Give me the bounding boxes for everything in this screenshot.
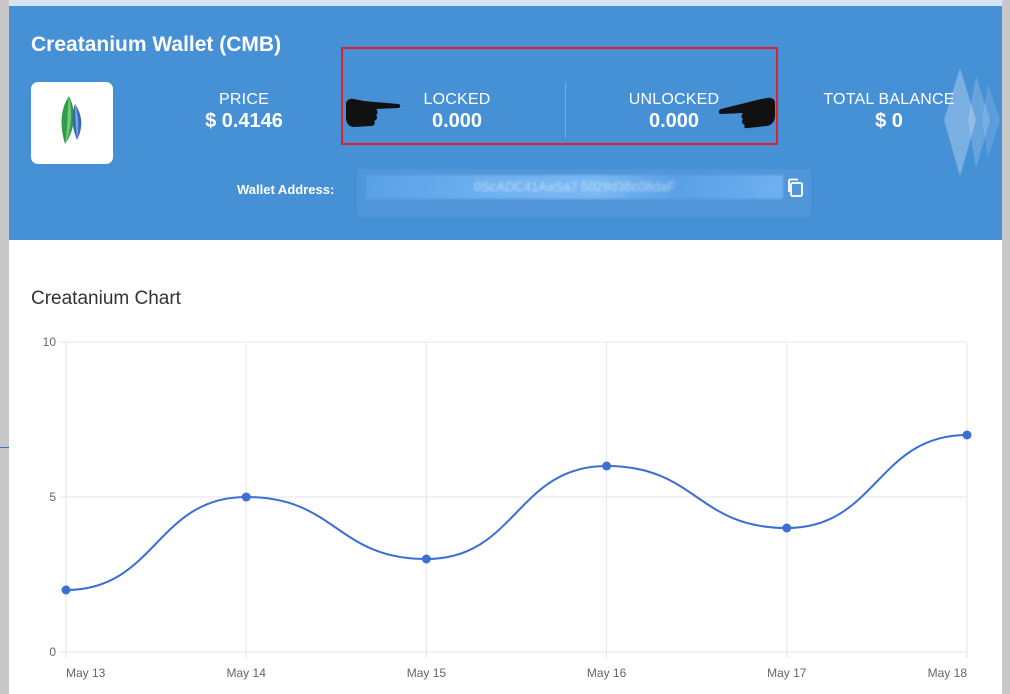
data-point[interactable] (962, 430, 972, 440)
wallet-address-label: Wallet Address: (237, 182, 335, 197)
pointing-hand-left-icon (718, 97, 775, 129)
series-line (65, 434, 968, 591)
chart-grid (60, 341, 968, 658)
data-point[interactable] (602, 461, 612, 471)
y-tick-label: 0 (49, 645, 56, 659)
x-tick-label: May 17 (767, 666, 807, 680)
data-point[interactable] (61, 585, 71, 595)
x-tick-label: May 18 (928, 666, 968, 680)
x-tick-label: May 16 (587, 666, 627, 680)
highlight-box (341, 47, 778, 145)
price-line-chart: 0 5 10 May 13 May 14 May 15 May 16 May 17 May 18 (43, 335, 972, 680)
data-point[interactable] (421, 554, 431, 564)
y-tick-label: 10 (43, 335, 57, 349)
x-tick-label: May 13 (66, 666, 106, 680)
wallet-header: Creatanium Wallet (CMB) PRICE $ 0.4146 L… (9, 6, 1002, 240)
wallet-title: Creatanium Wallet (CMB) (31, 33, 282, 56)
y-tick-label: 5 (49, 490, 56, 504)
window-right-edge (1002, 0, 1010, 694)
wallet-address-value[interactable]: 0ScADC41AaSa7 5029d38c08daF (366, 175, 783, 199)
price-label: PRICE (219, 91, 269, 108)
diamond-watermark-icon (944, 68, 1000, 176)
x-tick-label: May 14 (227, 666, 267, 680)
chart-axis-labels: 0 5 10 May 13 May 14 May 15 May 16 May 17 May 18 (43, 335, 968, 680)
x-tick-label: May 15 (407, 666, 447, 680)
wallet-logo (31, 82, 113, 164)
price-value: $ 0.4146 (205, 110, 283, 132)
window-left-edge (0, 0, 9, 694)
price-stat: PRICE $ 0.4146 (189, 91, 299, 133)
data-point[interactable] (241, 492, 251, 502)
left-edge-marker (0, 447, 9, 448)
data-point[interactable] (782, 523, 792, 533)
creatanium-leaf-icon (61, 96, 82, 144)
chart-card: Creatanium Chart 0 5 10 May 13 May 14 May 15 M… (9, 240, 1002, 694)
pointing-hand-right-icon (346, 98, 401, 127)
copy-icon[interactable] (786, 178, 804, 198)
